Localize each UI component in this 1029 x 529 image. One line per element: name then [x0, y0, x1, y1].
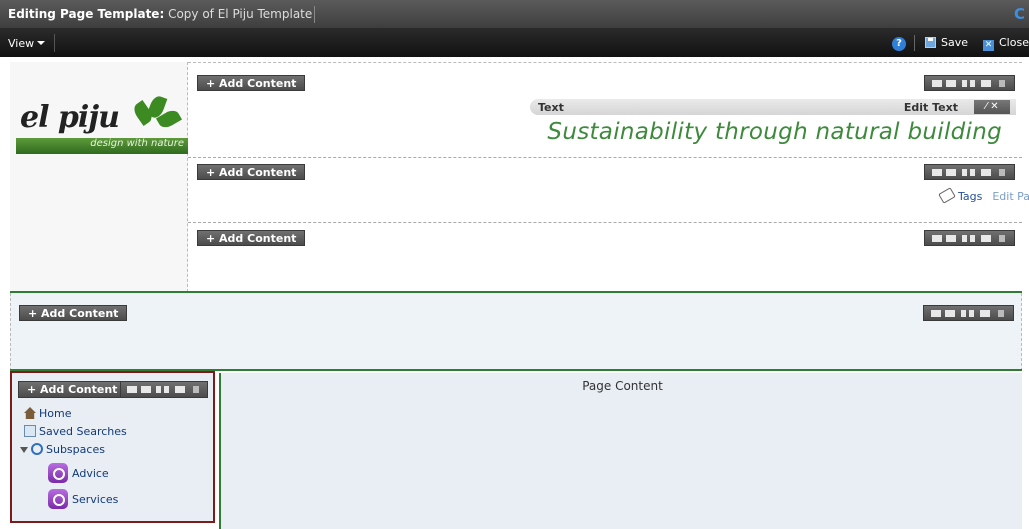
add-content-button[interactable]: + Add Content: [197, 164, 306, 180]
sidebar-item-subspaces[interactable]: Subspaces: [20, 443, 105, 456]
home-icon: [24, 407, 36, 419]
help-icon[interactable]: ?: [892, 37, 906, 51]
mid-zone: + Add Content: [10, 293, 1022, 371]
saved-searches-icon: [24, 425, 36, 437]
slogan-text: Sustainability through natural building: [547, 119, 1002, 145]
add-content-button[interactable]: + Add Content: [18, 381, 127, 398]
widget-controls[interactable]: ⁄ ✕: [974, 100, 1010, 114]
sidebar-item-label: Saved Searches: [39, 425, 127, 438]
toolbar-divider: [54, 34, 55, 52]
logo-tagline: design with nature: [90, 138, 184, 149]
view-label: View: [8, 37, 35, 50]
close-button[interactable]: ✕ Close: [983, 36, 1029, 51]
tags-row: Tags Edit Page: [938, 187, 1029, 204]
template-name: Copy of El Piju Template: [168, 7, 313, 21]
sidebar-item-saved-searches[interactable]: Saved Searches: [24, 425, 127, 438]
add-content-button[interactable]: + Add Content: [197, 230, 306, 246]
subspaces-icon: [31, 443, 43, 455]
text-widget: Text Edit Text ⁄ ✕ Sustainability throug…: [530, 99, 1016, 151]
layout-controls[interactable]: [923, 305, 1014, 321]
sidebar-item-services[interactable]: Services: [48, 489, 118, 509]
save-button[interactable]: Save: [925, 36, 968, 49]
corner-logo-icon[interactable]: C: [1014, 5, 1029, 23]
toolbar-divider: [914, 35, 915, 51]
editor-toolbar: View ? Save ✕ Close: [0, 29, 1029, 57]
page-title: Editing Page Template: Copy of El Piju T…: [8, 7, 312, 21]
layout-controls[interactable]: [120, 381, 208, 398]
sidebar-item-label: Services: [72, 493, 119, 506]
logo-region: el piju design with nature: [10, 62, 188, 292]
layout-controls[interactable]: [924, 75, 1015, 91]
text-widget-header: Text Edit Text ⁄ ✕: [530, 99, 1016, 115]
title-bar: Editing Page Template: Copy of El Piju T…: [0, 0, 1029, 29]
header-zone-3: + Add Content: [188, 223, 1022, 286]
logo-text: el piju: [20, 100, 120, 135]
sidebar-navigation: + Add Content Home Saved Searches Subspa…: [10, 371, 215, 523]
sidebar-item-label: Home: [39, 407, 72, 420]
header-zone-2: + Add Content: [188, 158, 1022, 223]
page-content-area: Page Content: [219, 373, 1022, 529]
view-menu-button[interactable]: View: [8, 37, 46, 50]
layout-controls[interactable]: [924, 230, 1015, 246]
save-label: Save: [941, 36, 969, 49]
space-icon: [48, 489, 68, 509]
sidebar-item-label: Advice: [72, 467, 109, 480]
title-separator: [314, 6, 315, 23]
site-logo: el piju design with nature: [16, 94, 188, 154]
sidebar-item-label: Subspaces: [46, 443, 105, 456]
edit-page-link[interactable]: Edit Page: [992, 190, 1029, 203]
chevron-down-icon: [37, 41, 46, 45]
space-icon: [48, 463, 68, 483]
edit-text-link[interactable]: Edit Text: [904, 101, 958, 114]
close-icon: ✕: [983, 40, 994, 51]
template-canvas: el piju design with nature + Add Content…: [0, 57, 1029, 529]
add-content-button[interactable]: + Add Content: [197, 75, 306, 91]
sidebar-item-home[interactable]: Home: [24, 407, 71, 420]
layout-controls[interactable]: [924, 164, 1015, 180]
tag-icon: [938, 187, 956, 204]
title-prefix: Editing Page Template:: [8, 7, 165, 21]
expand-toggle-icon[interactable]: [20, 447, 28, 453]
sidebar-item-advice[interactable]: Advice: [48, 463, 109, 483]
text-widget-label: Text: [538, 101, 564, 114]
close-label: Close: [999, 36, 1029, 49]
add-content-button[interactable]: + Add Content: [19, 305, 128, 321]
page-content-label: Page Content: [582, 379, 663, 393]
save-icon: [925, 37, 936, 48]
tags-link[interactable]: Tags: [958, 190, 982, 203]
